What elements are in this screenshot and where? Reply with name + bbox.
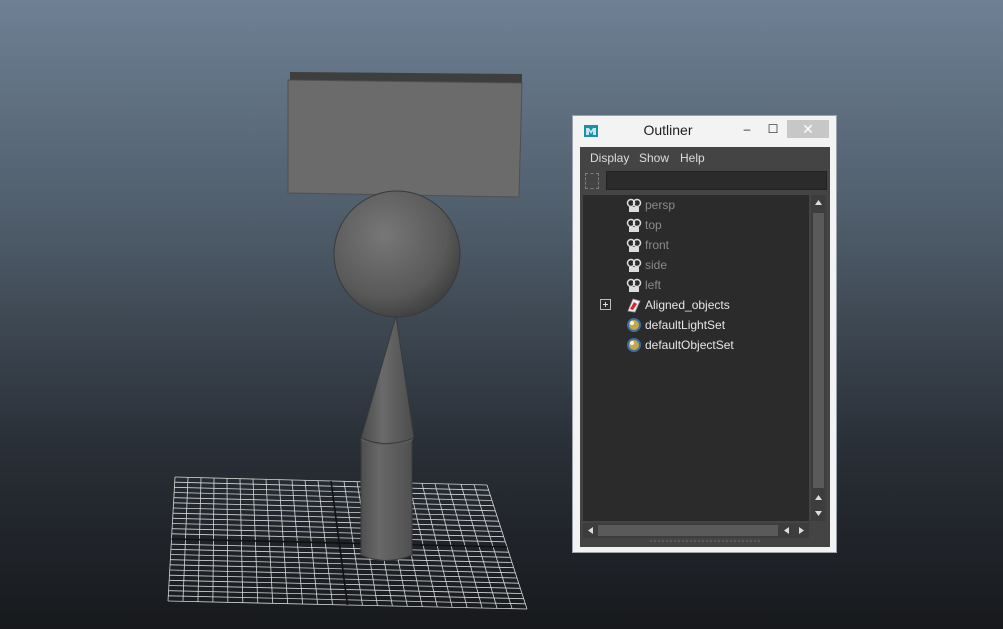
list-item[interactable]: persp bbox=[583, 195, 809, 215]
close-button[interactable]: ✕ bbox=[787, 120, 829, 138]
menu-help[interactable]: Help bbox=[680, 151, 705, 165]
list-item[interactable]: left bbox=[583, 275, 809, 295]
camera-icon bbox=[626, 238, 642, 252]
group-icon bbox=[627, 298, 641, 313]
cone-object[interactable] bbox=[360, 315, 415, 444]
item-label: defaultLightSet bbox=[645, 318, 726, 332]
camera-icon bbox=[626, 198, 642, 212]
list-item[interactable]: Aligned_objects bbox=[583, 295, 809, 315]
scroll-up-arrow-icon[interactable] bbox=[811, 490, 826, 505]
camera-icon bbox=[626, 258, 642, 272]
item-label: front bbox=[645, 238, 670, 252]
item-label: left bbox=[645, 278, 662, 292]
outliner-window[interactable]: Outliner – ☐ ✕ Display Show Help persp t… bbox=[572, 115, 837, 553]
list-item[interactable]: front bbox=[583, 235, 809, 255]
outliner-panel: Display Show Help persp top front side l… bbox=[580, 147, 830, 547]
cylinder-object[interactable] bbox=[360, 433, 413, 561]
item-label: persp bbox=[645, 198, 676, 212]
cube-object[interactable] bbox=[287, 72, 523, 198]
horizontal-scrollbar[interactable] bbox=[583, 523, 809, 538]
outliner-titlebar[interactable]: Outliner – ☐ ✕ bbox=[573, 116, 836, 146]
list-item[interactable]: defaultObjectSet bbox=[583, 335, 809, 355]
resize-grip[interactable] bbox=[650, 540, 760, 546]
minimize-button[interactable]: – bbox=[737, 120, 757, 138]
scroll-left-arrow-icon[interactable] bbox=[779, 523, 794, 538]
sphere-object[interactable] bbox=[333, 190, 461, 318]
menu-display[interactable]: Display bbox=[590, 151, 629, 165]
camera-icon bbox=[626, 278, 642, 292]
scroll-thumb[interactable] bbox=[813, 213, 824, 488]
scroll-thumb[interactable] bbox=[598, 525, 778, 536]
set-icon bbox=[627, 318, 641, 332]
set-icon bbox=[627, 338, 641, 352]
filter-selection-icon[interactable] bbox=[585, 173, 599, 189]
camera-icon bbox=[626, 218, 642, 232]
menu-bar: Display Show Help bbox=[580, 147, 830, 169]
ground-grid bbox=[167, 476, 528, 610]
item-label: top bbox=[645, 218, 662, 232]
item-label: Aligned_objects bbox=[645, 298, 730, 312]
viewport-3d[interactable] bbox=[0, 0, 1003, 629]
scroll-down-arrow-icon[interactable] bbox=[811, 506, 826, 521]
vertical-scrollbar[interactable] bbox=[811, 195, 826, 521]
maximize-button[interactable]: ☐ bbox=[763, 120, 783, 138]
window-title: Outliner bbox=[643, 122, 693, 138]
list-item[interactable]: defaultLightSet bbox=[583, 315, 809, 335]
list-item[interactable]: top bbox=[583, 215, 809, 235]
outliner-list[interactable]: persp top front side left Aligned_object… bbox=[583, 195, 809, 521]
list-item[interactable]: side bbox=[583, 255, 809, 275]
scroll-left-arrow-icon[interactable] bbox=[583, 523, 598, 538]
menu-show[interactable]: Show bbox=[639, 151, 669, 165]
scroll-up-arrow-icon[interactable] bbox=[811, 195, 826, 210]
filter-row bbox=[580, 169, 830, 193]
scroll-right-arrow-icon[interactable] bbox=[794, 523, 809, 538]
search-input[interactable] bbox=[606, 171, 827, 190]
item-label: side bbox=[645, 258, 668, 272]
expand-icon[interactable] bbox=[600, 299, 611, 310]
item-label: defaultObjectSet bbox=[645, 338, 734, 352]
